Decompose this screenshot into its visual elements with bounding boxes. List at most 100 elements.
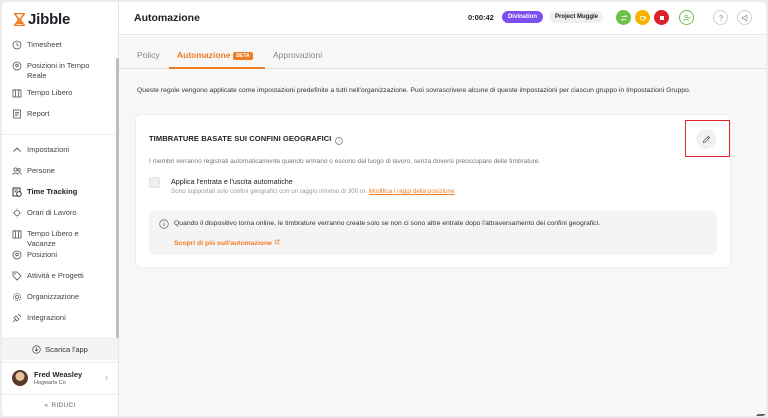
stop-icon: [659, 15, 664, 20]
user-name: Fred Weasley: [34, 369, 83, 379]
project-pill[interactable]: Project Muggle: [550, 11, 604, 23]
sidebar-item-label: Time Tracking: [27, 187, 78, 196]
pencil-icon: [702, 135, 710, 143]
download-icon: [32, 345, 41, 354]
user-status-button[interactable]: [679, 10, 694, 25]
person-check-icon: [682, 14, 691, 21]
main-content: Policy Automazione BETA Approvazioni Ques…: [119, 36, 766, 416]
sidebar-item-label: Organizzazione: [27, 292, 80, 301]
sidebar-item-label: Tempo Libero e Vacanze: [27, 229, 79, 248]
megaphone-icon: [741, 14, 747, 21]
whats-new-button[interactable]: [737, 10, 752, 25]
auto-clock-label: Applica l'entrata e l'uscita automatiche: [171, 177, 293, 186]
auto-clock-checkbox[interactable]: [149, 177, 160, 188]
sidebar-item-live-locations[interactable]: Posizioni in Tempo Reale: [2, 61, 118, 88]
auto-clock-help: Sono supportati solo confini geografici …: [171, 188, 455, 195]
download-app-label: Scarica l'app: [45, 345, 88, 354]
learn-more-automation-link[interactable]: Scopri di più sull'automazione: [174, 239, 280, 247]
calendar-icon: [12, 89, 22, 98]
geofence-clocking-card: TIMBRATURE BASATE SUI CONFINI GEOGRAFICI…: [136, 115, 730, 267]
sidebar-item-label: Report: [27, 109, 50, 118]
tag-icon: [12, 271, 22, 281]
side-panel-toggle[interactable]: [756, 414, 766, 416]
sidebar-item-label: Orari di Lavoro: [27, 208, 77, 217]
sidebar-item-people[interactable]: Persone: [2, 166, 118, 187]
sidebar-section-label: Impostazioni: [27, 145, 70, 154]
sidebar-item-label: Posizioni in Tempo Reale: [27, 61, 90, 80]
schedule-icon: [12, 208, 22, 218]
sidebar-item-time-off[interactable]: Tempo Libero: [2, 88, 118, 109]
card-description: I membri verranno registrati automaticam…: [149, 158, 541, 165]
user-info: Fred Weasley Hogwarts Co: [34, 370, 82, 386]
collapse-label: RIDUCI: [51, 402, 76, 409]
tab-policy[interactable]: Policy: [137, 50, 160, 60]
tab-bar: Policy Automazione BETA Approvazioni: [119, 36, 766, 69]
sidebar-item-label: Persone: [27, 166, 55, 175]
sidebar-item-organization[interactable]: Organizzazione: [2, 292, 118, 313]
people-icon: [12, 167, 22, 175]
intro-text: Queste regole vengono applicate come imp…: [137, 87, 691, 94]
active-tab-indicator: [169, 67, 265, 69]
switch-icon: [620, 14, 627, 21]
sidebar-item-integrations[interactable]: Integrazioni: [2, 313, 118, 334]
plug-icon: [12, 313, 22, 323]
logo[interactable]: Jibble: [14, 11, 70, 28]
question-icon: [718, 14, 723, 21]
info-callout: Quando il dispositivo torna online, le t…: [149, 211, 717, 255]
tab-label: Automazione: [177, 50, 231, 60]
gear-icon: [13, 293, 21, 301]
sidebar-item-locations[interactable]: Posizioni: [2, 250, 118, 271]
sidebar-divider: [2, 134, 118, 135]
sidebar: Jibble Timesheet Posizioni in Tempo Real…: [2, 2, 119, 416]
sidebar-item-report[interactable]: Report: [2, 109, 118, 130]
user-menu[interactable]: Fred Weasley Hogwarts Co ›: [2, 362, 118, 392]
location-pin-icon: [12, 250, 22, 260]
switch-activity-button[interactable]: [616, 10, 631, 25]
clock-icon: [12, 40, 22, 50]
tab-approvals[interactable]: Approvazioni: [273, 50, 322, 60]
sidebar-nav: Timesheet Posizioni in Tempo Reale Tempo…: [2, 40, 118, 334]
collapse-sidebar-button[interactable]: « RIDUCI: [2, 394, 118, 416]
sidebar-item-label: Tempo Libero: [27, 88, 73, 97]
double-chevron-left-icon: «: [44, 402, 49, 409]
sidebar-item-label: Integrazioni: [27, 313, 66, 322]
card-title: TIMBRATURE BASATE SUI CONFINI GEOGRAFICI…: [149, 134, 344, 145]
sidebar-item-timesheet[interactable]: Timesheet: [2, 40, 118, 61]
time-tracking-icon: [12, 187, 22, 197]
card-title-text: TIMBRATURE BASATE SUI CONFINI GEOGRAFICI: [149, 134, 332, 143]
organization-pill[interactable]: Divination: [502, 11, 544, 23]
edit-button[interactable]: [696, 129, 716, 149]
location-pin-icon: [12, 61, 22, 71]
sidebar-item-work-schedules[interactable]: Orari di Lavoro: [2, 208, 118, 229]
info-icon[interactable]: i: [335, 137, 344, 145]
break-button[interactable]: [635, 10, 650, 25]
beta-badge: BETA: [233, 52, 253, 60]
help-button[interactable]: [713, 10, 728, 25]
jibble-logo-icon: [14, 13, 25, 26]
info-circle-icon: [159, 219, 169, 229]
download-app-button[interactable]: Scarica l'app: [2, 338, 118, 360]
external-link-icon: [274, 239, 280, 245]
edit-highlight-box: [685, 120, 730, 157]
edit-location-radius-link[interactable]: Modifica i raggi della posizione: [369, 188, 455, 195]
sidebar-item-label: Attività e Progetti: [27, 271, 84, 280]
sidebar-item-label: Posizioni: [27, 250, 58, 259]
timer-display: 0:00:42: [468, 13, 494, 22]
sidebar-item-activities-projects[interactable]: Attività e Progetti: [2, 271, 118, 292]
stop-timer-button[interactable]: [654, 10, 669, 25]
sidebar-item-time-tracking[interactable]: Time Tracking: [2, 187, 118, 208]
logo-text: Jibble: [28, 11, 71, 28]
page-title: Automazione: [134, 12, 200, 24]
chevron-up-icon: [13, 147, 21, 152]
sidebar-item-label: Timesheet: [27, 40, 62, 49]
help-text: Sono supportati solo confini geografici …: [171, 188, 368, 195]
chevron-right-icon: ›: [105, 373, 108, 382]
sidebar-item-time-off-holidays[interactable]: Tempo Libero e Vacanze: [2, 229, 118, 250]
top-header: Automazione 0:00:42 Divination Project M…: [119, 2, 766, 35]
info-callout-text: Quando il dispositivo torna online, le t…: [174, 220, 600, 227]
avatar: [12, 369, 28, 386]
report-icon: [13, 109, 21, 119]
tab-automation[interactable]: Automazione BETA: [177, 50, 253, 60]
sidebar-section-settings[interactable]: Impostazioni: [2, 145, 118, 166]
user-org: Hogwarts Co: [34, 379, 66, 386]
